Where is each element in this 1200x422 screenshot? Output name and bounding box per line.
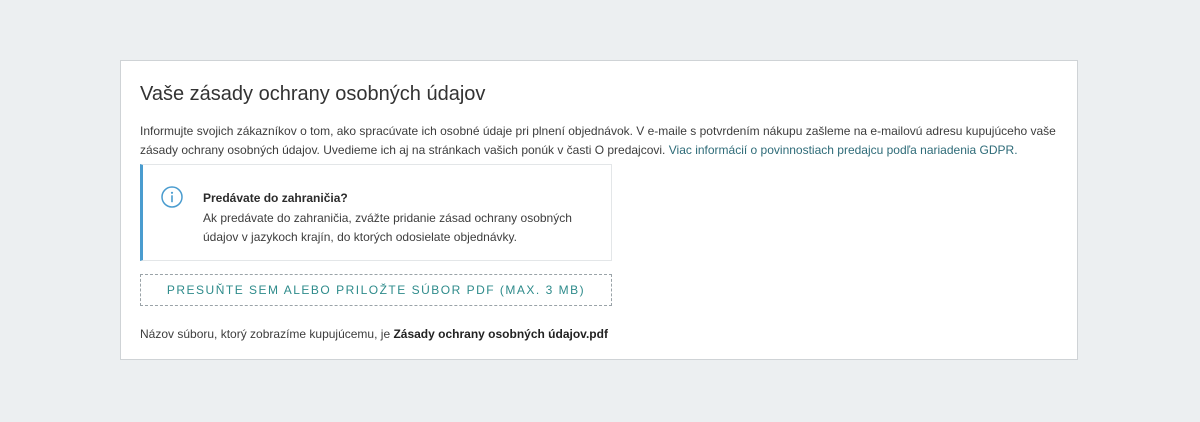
gdpr-info-link[interactable]: Viac informácií o povinnostiach predajcu…	[669, 143, 1018, 157]
pdf-upload-dropzone[interactable]: PRESUŇTE SEM ALEBO PRILOŽTE SÚBOR PDF (M…	[140, 274, 612, 306]
file-name-info: Názov súboru, ktorý zobrazíme kupujúcemu…	[140, 326, 608, 342]
notice-body: Ak predávate do zahraničia, zvážte prida…	[203, 211, 572, 244]
info-icon	[161, 186, 183, 208]
notice-title: Predávate do zahraničia?	[203, 191, 348, 205]
description: Informujte svojich zákazníkov o tom, ako…	[140, 122, 1060, 160]
page-title: Vaše zásady ochrany osobných údajov	[140, 83, 486, 105]
info-notice: Predávate do zahraničia? Ak predávate do…	[140, 164, 612, 261]
privacy-policy-card: Vaše zásady ochrany osobných údajov Info…	[120, 60, 1078, 360]
file-name-prefix: Názov súboru, ktorý zobrazíme kupujúcemu…	[140, 327, 394, 341]
file-name: Zásady ochrany osobných údajov.pdf	[393, 327, 608, 341]
